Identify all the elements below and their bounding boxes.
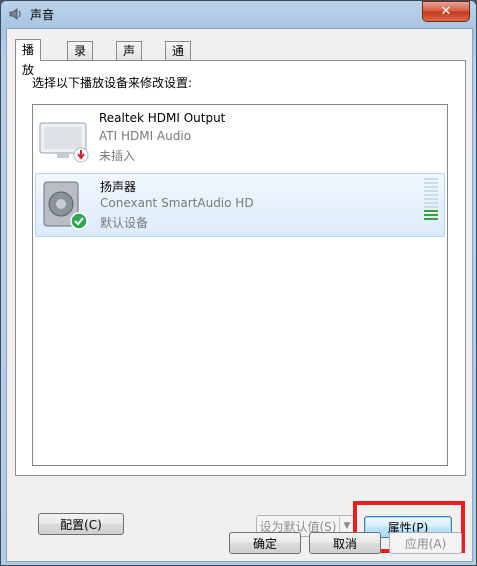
- ok-button[interactable]: 确定: [229, 532, 301, 554]
- instruction-label: 选择以下播放设备来修改设置:: [32, 76, 193, 90]
- device-name: Realtek HDMI Output: [99, 111, 226, 125]
- device-status: 默认设备: [100, 216, 149, 230]
- dialog-client: 播放 录制 声音 通信 选择以下播放设备来修改设置:: [6, 28, 473, 562]
- tab-sounds[interactable]: 声音: [116, 41, 143, 76]
- device-driver: ATI HDMI Audio: [99, 129, 192, 143]
- close-button[interactable]: ✕: [422, 1, 470, 22]
- tab-communications[interactable]: 通信: [165, 41, 192, 76]
- title-bar[interactable]: 声音 ✕: [0, 0, 477, 28]
- device-status: 未插入: [99, 149, 136, 163]
- device-name: 扬声器: [100, 180, 137, 194]
- sound-dialog: 声音 ✕ 播放 录制 声音 通信 选择以下播放设备来修改设置:: [0, 0, 477, 566]
- tab-recording[interactable]: 录制: [67, 41, 94, 76]
- volume-level-meter: [424, 178, 438, 222]
- cancel-button[interactable]: 取消: [309, 532, 381, 554]
- tab-playback[interactable]: 播放: [15, 39, 42, 77]
- device-item-speakers[interactable]: 扬声器 Conexant SmartAudio HD 默认设备: [35, 173, 445, 237]
- close-icon: ✕: [440, 4, 452, 19]
- window-title: 声音: [30, 8, 55, 22]
- speaker-icon: [38, 178, 92, 232]
- playback-panel: 选择以下播放设备来修改设置: Realtek HDMI Output ATI H: [15, 60, 466, 553]
- apply-button[interactable]: 应用(A): [389, 532, 462, 554]
- device-item-hdmi[interactable]: Realtek HDMI Output ATI HDMI Audio 未插入: [35, 107, 443, 169]
- configure-button[interactable]: 配置(C): [38, 513, 124, 535]
- monitor-icon: [37, 111, 91, 165]
- device-driver: Conexant SmartAudio HD: [100, 196, 254, 210]
- device-list[interactable]: Realtek HDMI Output ATI HDMI Audio 未插入 扬…: [32, 104, 448, 466]
- speaker-icon: [8, 6, 24, 22]
